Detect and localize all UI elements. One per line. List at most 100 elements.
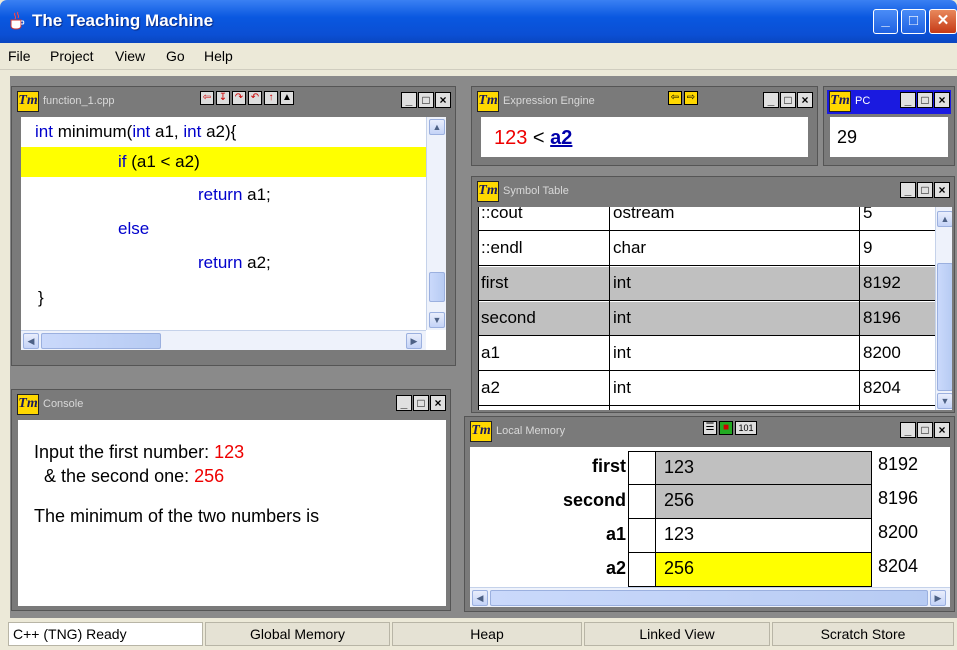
code-line: return a1; [21, 180, 446, 210]
symbol-name: ::cout [481, 207, 523, 222]
menu-go[interactable]: Go [166, 48, 185, 64]
memory-row[interactable]: first 123 8192 [470, 451, 950, 485]
up-arrow-icon[interactable]: ▲ [280, 91, 294, 105]
console-maximize-button[interactable]: □ [413, 395, 429, 411]
pc-minimize-button[interactable]: _ [900, 92, 916, 108]
menu-help[interactable]: Help [204, 48, 233, 64]
step-into-icon[interactable]: ↧ [216, 91, 230, 105]
source-vertical-scrollbar[interactable]: ▲ ▼ [426, 117, 446, 330]
scroll-thumb[interactable] [490, 590, 928, 606]
memory-maximize-button[interactable]: □ [917, 422, 933, 438]
scroll-right-icon[interactable]: ▶ [930, 590, 946, 606]
scroll-left-icon[interactable]: ◀ [472, 590, 488, 606]
symbol-row[interactable]: a1 int 8200 [479, 337, 935, 371]
scroll-up-icon[interactable]: ▲ [429, 119, 445, 135]
eval-forward-icon[interactable]: ⇨ [684, 91, 698, 105]
expression-minimize-button[interactable]: _ [763, 92, 779, 108]
tab-scratch-store[interactable]: Scratch Store [772, 622, 954, 646]
window-title: The Teaching Machine [32, 11, 214, 30]
local-memory-window: Tm Local Memory ☰ ■ 101 _ □ × first 123 8192 se… [464, 416, 955, 612]
step-out-icon[interactable]: ↶ [248, 91, 262, 105]
source-title-bar[interactable]: Tm function_1.cpp ⇦ ↧ ↷ ↶ ↑ ▲ _ □ × [15, 90, 452, 114]
symbol-address: 5 [863, 207, 873, 222]
memory-row[interactable]: second 256 8196 [470, 485, 950, 519]
maximize-button[interactable]: □ [901, 9, 926, 34]
scroll-up-icon[interactable]: ▲ [937, 211, 952, 227]
console-line: & the second one: 256 [34, 466, 225, 486]
console-minimize-button[interactable]: _ [396, 395, 412, 411]
scroll-thumb[interactable] [937, 263, 952, 391]
scroll-thumb[interactable] [41, 333, 161, 349]
symbol-row[interactable]: second int 8196 [479, 302, 935, 336]
scroll-left-icon[interactable]: ◀ [23, 333, 39, 349]
run-to-cursor-icon[interactable]: ↑ [264, 91, 278, 105]
code-keyword: return [198, 185, 243, 204]
minimize-button[interactable]: _ [873, 9, 898, 34]
memory-title-bar[interactable]: Tm Local Memory ☰ ■ 101 _ □ × [468, 420, 951, 444]
expression-maximize-button[interactable]: □ [780, 92, 796, 108]
source-horizontal-scrollbar[interactable]: ◀ ▶ [21, 330, 426, 350]
console-close-button[interactable]: × [430, 395, 446, 411]
symbol-address: 9 [863, 238, 873, 257]
memory-variable-name: a1 [605, 524, 626, 544]
list-view-icon[interactable]: ☰ [703, 421, 717, 435]
eval-back-icon[interactable]: ⇦ [668, 91, 682, 105]
symbol-row[interactable]: ::endl char 9 [479, 232, 935, 266]
symbol-table-window: Tm Symbol Table _ □ × ::cout ostream 5::endl… [471, 176, 955, 413]
expression-value: 123 [494, 127, 528, 149]
source-minimize-button[interactable]: _ [401, 92, 417, 108]
scroll-right-icon[interactable]: ▶ [406, 333, 422, 349]
memory-row[interactable]: a1 123 8200 [470, 519, 950, 553]
memory-cell-gap [628, 451, 656, 485]
symbol-type: ostream [613, 207, 675, 222]
pc-window: Tm PC _ □ × 29 [823, 86, 955, 166]
pc-title-bar[interactable]: Tm PC _ □ × [827, 90, 951, 114]
symbol-minimize-button[interactable]: _ [900, 182, 916, 198]
expression-title-bar[interactable]: Tm Expression Engine ⇦ ⇨ _ □ × [475, 90, 814, 114]
source-maximize-button[interactable]: □ [418, 92, 434, 108]
tab-linked-view[interactable]: Linked View [584, 622, 770, 646]
close-button[interactable]: ✕ [929, 9, 957, 34]
tab-heap[interactable]: Heap [392, 622, 582, 646]
symbol-maximize-button[interactable]: □ [917, 182, 933, 198]
symbol-row[interactable]: first int 8192 [479, 267, 935, 301]
memory-cell-gap [628, 553, 656, 587]
scroll-thumb[interactable] [429, 272, 445, 302]
color-view-icon[interactable]: ■ [719, 421, 733, 435]
java-cup-icon [10, 11, 25, 30]
memory-address: 8196 [878, 488, 919, 508]
code-text: } [38, 288, 44, 307]
pc-close-button[interactable]: × [934, 92, 950, 108]
symbol-title-bar[interactable]: Tm Symbol Table _ □ × [475, 180, 951, 204]
status-bar: C++ (TNG) Ready Global Memory Heap Linke… [0, 620, 957, 650]
code-text: a2){ [201, 122, 237, 141]
symbol-vertical-scrollbar[interactable]: ▲ ▼ [935, 207, 952, 410]
menu-project[interactable]: Project [50, 48, 94, 64]
memory-close-button[interactable]: × [934, 422, 950, 438]
step-back-icon[interactable]: ⇦ [200, 91, 214, 105]
scroll-down-icon[interactable]: ▼ [429, 312, 445, 328]
menu-bar: File Project View Go Help [0, 43, 957, 70]
source-close-button[interactable]: × [435, 92, 451, 108]
source-code-area[interactable]: int minimum(int a1, int a2){ if (a1 < a2… [21, 117, 446, 350]
memory-row[interactable]: a2 256 8204 [470, 553, 950, 587]
scroll-down-icon[interactable]: ▼ [937, 393, 952, 409]
symbol-name: second [481, 308, 536, 327]
memory-address: 8200 [878, 522, 919, 542]
expression-close-button[interactable]: × [797, 92, 813, 108]
menu-file[interactable]: File [8, 48, 31, 64]
symbol-row[interactable]: ::cout ostream 5 [479, 207, 935, 231]
symbol-row[interactable]: a2 int 8204 [479, 372, 935, 406]
console-output[interactable]: Input the first number: 123 & the second… [18, 420, 446, 606]
menu-view[interactable]: View [115, 48, 145, 64]
symbol-type: int [613, 308, 631, 327]
symbol-close-button[interactable]: × [934, 182, 950, 198]
binary-view-icon[interactable]: 101 [735, 421, 757, 435]
step-over-icon[interactable]: ↷ [232, 91, 246, 105]
pc-maximize-button[interactable]: □ [917, 92, 933, 108]
console-title-bar[interactable]: Tm Console _ □ × [15, 393, 447, 417]
memory-minimize-button[interactable]: _ [900, 422, 916, 438]
tab-global-memory[interactable]: Global Memory [205, 622, 390, 646]
memory-cell-gap [628, 519, 656, 553]
memory-horizontal-scrollbar[interactable]: ◀ ▶ [470, 587, 950, 607]
